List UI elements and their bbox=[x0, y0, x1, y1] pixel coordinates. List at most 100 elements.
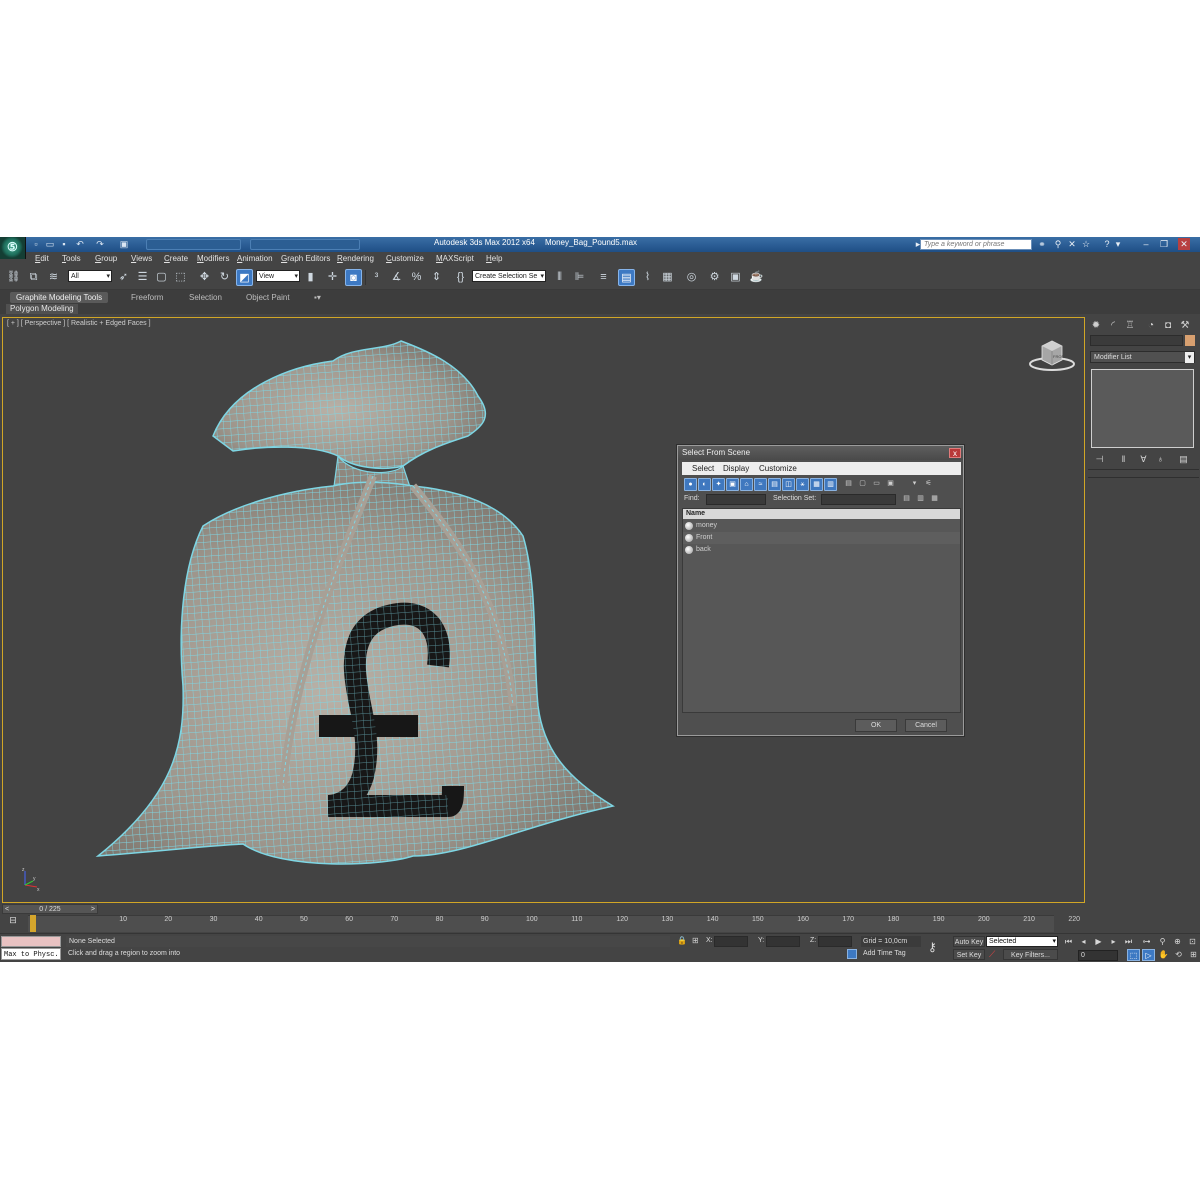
key-set-dropdown[interactable]: Selected bbox=[986, 936, 1058, 947]
create-tab-icon[interactable]: ✹ bbox=[1089, 319, 1103, 332]
selection-set-dropdown[interactable] bbox=[821, 494, 896, 505]
absolute-mode-icon[interactable]: ⊞ bbox=[692, 936, 699, 945]
project-folder-icon[interactable]: ▣ bbox=[118, 239, 130, 250]
zoom-extents-icon[interactable]: ⊡ bbox=[1186, 936, 1199, 948]
object-color-swatch[interactable] bbox=[1185, 335, 1195, 346]
current-frame-field[interactable]: 0 bbox=[1078, 950, 1118, 961]
selection-set-edit-icon[interactable]: ▦ bbox=[928, 493, 941, 506]
motion-tab-icon[interactable]: ◔ bbox=[1144, 319, 1158, 332]
subscription-icon[interactable]: ⚲ bbox=[1052, 238, 1064, 250]
application-button[interactable]: ⑤ bbox=[0, 237, 26, 259]
default-in-out-tangent-icon[interactable]: ⟋ bbox=[989, 949, 995, 960]
display-bones-icon[interactable]: ⚹ bbox=[796, 478, 809, 491]
menu-help[interactable]: Help bbox=[486, 254, 502, 263]
tab-graphite-modeling-tools[interactable]: Graphite Modeling Tools bbox=[10, 292, 109, 303]
search-input[interactable]: Type a keyword or phrase bbox=[920, 239, 1032, 250]
menu-edit[interactable]: Edit bbox=[35, 254, 49, 263]
go-to-end-icon[interactable]: ⏭ bbox=[1122, 936, 1135, 948]
dialog-menu-customize[interactable]: Customize bbox=[759, 464, 797, 473]
new-file-icon[interactable]: ▫ bbox=[30, 239, 42, 250]
hierarchy-tab-icon[interactable]: ♖ bbox=[1123, 319, 1137, 332]
open-file-icon[interactable]: ▭ bbox=[44, 239, 56, 250]
time-slider-next[interactable]: > bbox=[91, 905, 95, 914]
workspace-selector[interactable] bbox=[146, 239, 241, 250]
field-of-view-icon[interactable]: ▷ bbox=[1142, 949, 1155, 961]
show-end-result-icon[interactable]: ‖ bbox=[1117, 454, 1130, 465]
rotate-icon[interactable]: ↻ bbox=[216, 269, 233, 286]
window-crossing-icon[interactable]: ⬚ bbox=[172, 269, 189, 286]
zoom-all-icon[interactable]: ⊕ bbox=[1171, 936, 1184, 948]
ribbon-selector[interactable] bbox=[250, 239, 360, 250]
communication-center-icon[interactable]: ✕ bbox=[1066, 238, 1078, 250]
set-key-icon[interactable]: ⚷ bbox=[928, 940, 937, 954]
x-coordinate-field[interactable] bbox=[714, 936, 748, 947]
display-children-icon[interactable]: ▤ bbox=[842, 478, 855, 491]
select-and-manipulate-icon[interactable]: ✛ bbox=[324, 269, 341, 286]
orbit-icon[interactable]: ⟲ bbox=[1172, 949, 1185, 961]
menu-tools[interactable]: Tools bbox=[62, 254, 81, 263]
percent-snap-icon[interactable]: % bbox=[408, 269, 425, 286]
tab-selection[interactable]: Selection bbox=[183, 292, 228, 303]
viewcube[interactable]: FRONT bbox=[1028, 338, 1078, 373]
minimize-icon[interactable]: – bbox=[1140, 238, 1152, 250]
make-unique-icon[interactable]: ∀ bbox=[1137, 454, 1150, 465]
pan-icon[interactable]: ✋ bbox=[1157, 949, 1170, 961]
column-header-name[interactable]: Name bbox=[683, 509, 960, 519]
track-bar[interactable] bbox=[28, 915, 1054, 932]
display-xrefs-icon[interactable]: ◫ bbox=[782, 478, 795, 491]
display-none-icon[interactable]: ▥ bbox=[824, 478, 837, 491]
display-space-warps-icon[interactable]: ≈ bbox=[754, 478, 767, 491]
menu-rendering[interactable]: Rendering bbox=[337, 254, 374, 263]
zoom-icon[interactable]: ⚲ bbox=[1156, 936, 1169, 948]
cancel-button[interactable]: Cancel bbox=[905, 719, 947, 732]
angle-snap-icon[interactable]: ∡ bbox=[388, 269, 405, 286]
configure-modifier-sets-icon[interactable]: ▤ bbox=[1177, 454, 1190, 465]
menu-views[interactable]: Views bbox=[131, 254, 152, 263]
display-shapes-icon[interactable]: ◐ bbox=[698, 478, 711, 491]
menu-create[interactable]: Create bbox=[164, 254, 188, 263]
pin-stack-icon[interactable]: ⊣ bbox=[1093, 454, 1106, 465]
pivot-center-icon[interactable]: ▮ bbox=[302, 269, 319, 286]
set-key-button[interactable]: Set Key bbox=[953, 949, 985, 960]
find-input[interactable] bbox=[706, 494, 766, 505]
restore-icon[interactable]: ❐ bbox=[1158, 238, 1170, 250]
previous-frame-icon[interactable]: ◂ bbox=[1077, 936, 1090, 948]
maxscript-output[interactable] bbox=[1, 936, 61, 947]
add-time-tag-button[interactable]: Add Time Tag bbox=[863, 950, 906, 957]
display-helpers-icon[interactable]: ⌂ bbox=[740, 478, 753, 491]
current-time-marker[interactable] bbox=[30, 915, 36, 932]
next-frame-icon[interactable]: ▸ bbox=[1107, 936, 1120, 948]
display-geometry-icon[interactable]: ● bbox=[684, 478, 697, 491]
advanced-filter-icon[interactable]: ⚟ bbox=[922, 478, 935, 491]
object-name-field[interactable] bbox=[1090, 335, 1183, 346]
selection-set-add-icon[interactable]: ▤ bbox=[900, 493, 913, 506]
utilities-tab-icon[interactable]: ⚒ bbox=[1178, 319, 1192, 332]
menu-modifiers[interactable]: Modifiers bbox=[197, 254, 229, 263]
dialog-close-button[interactable]: x bbox=[949, 448, 961, 458]
named-selection-dropdown[interactable]: Create Selection Se bbox=[472, 270, 546, 282]
move-icon[interactable]: ✥ bbox=[196, 269, 213, 286]
display-tab-icon[interactable]: ◘ bbox=[1161, 319, 1175, 332]
money-bag-model[interactable] bbox=[83, 326, 643, 886]
save-icon[interactable]: ▪ bbox=[58, 239, 70, 250]
list-item[interactable]: money bbox=[683, 520, 960, 532]
tab-freeform[interactable]: Freeform bbox=[125, 292, 169, 303]
selection-filter-dropdown[interactable]: All bbox=[68, 270, 112, 282]
bind-space-warp-icon[interactable]: ≋ bbox=[45, 269, 62, 286]
select-all-icon[interactable]: ▢ bbox=[856, 478, 869, 491]
keyboard-shortcut-override-icon[interactable]: ◙ bbox=[345, 269, 362, 286]
display-lights-icon[interactable]: ✦ bbox=[712, 478, 725, 491]
display-cameras-icon[interactable]: ▣ bbox=[726, 478, 739, 491]
mini-curve-editor-icon[interactable]: ⊟ bbox=[4, 915, 22, 932]
rendered-frame-window-icon[interactable]: ▣ bbox=[727, 269, 744, 286]
y-coordinate-field[interactable] bbox=[766, 936, 800, 947]
curve-editor-icon[interactable]: ⌇ bbox=[639, 269, 656, 286]
maxscript-listener[interactable]: Max to Physc. bbox=[1, 936, 61, 960]
snaps-toggle-icon[interactable]: ³ bbox=[368, 269, 385, 286]
dialog-menu-display[interactable]: Display bbox=[723, 464, 749, 473]
select-invert-icon[interactable]: ▣ bbox=[884, 478, 897, 491]
close-icon[interactable]: ✕ bbox=[1178, 238, 1190, 250]
modifier-list-dropdown[interactable]: Modifier List bbox=[1090, 351, 1195, 363]
display-groups-icon[interactable]: ▤ bbox=[768, 478, 781, 491]
maximize-viewport-icon[interactable]: ⊞ bbox=[1187, 949, 1200, 961]
